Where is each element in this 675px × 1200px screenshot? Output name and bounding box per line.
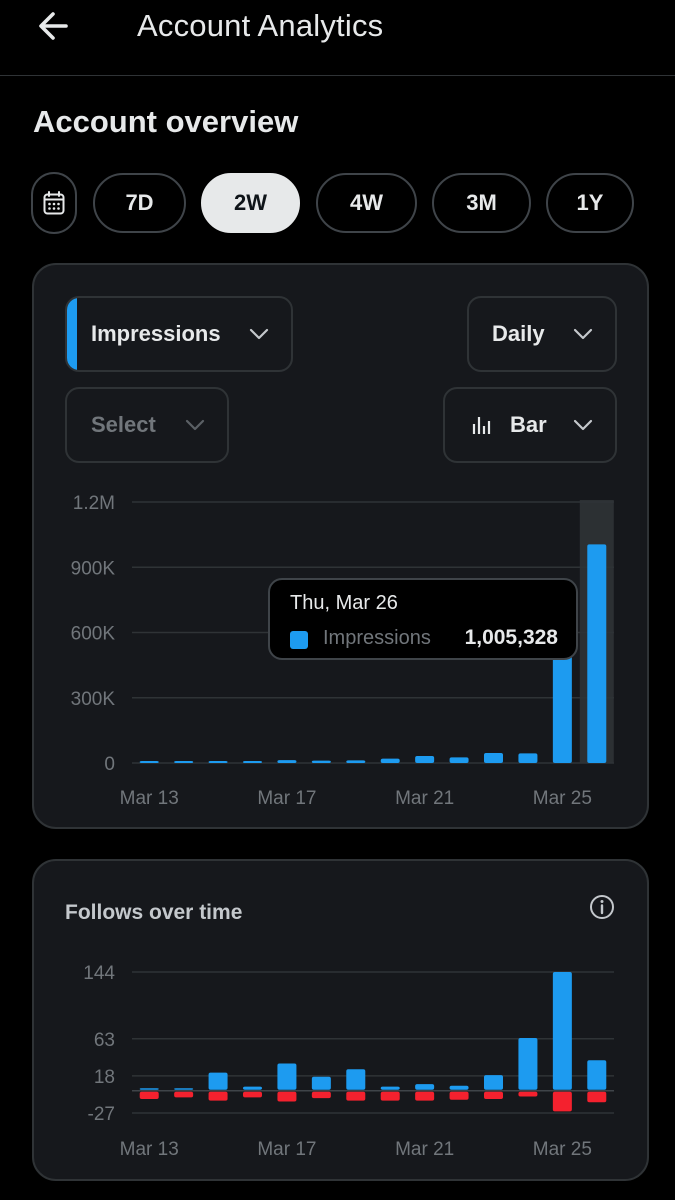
x-tick-label: Mar 21 bbox=[395, 788, 454, 809]
date-range-selector: 7D 2W 4W 3M 1Y bbox=[31, 172, 641, 234]
impressions-bar bbox=[277, 760, 297, 763]
follows-gained-bar bbox=[484, 1075, 503, 1090]
follows-gained-bar bbox=[449, 1085, 469, 1090]
follows-lost-bar bbox=[346, 1091, 366, 1101]
follows-lost-bar bbox=[380, 1091, 400, 1101]
impressions-bar bbox=[415, 756, 435, 763]
follows-gained-bar bbox=[311, 1076, 331, 1090]
impressions-bar bbox=[380, 758, 400, 763]
tooltip-series: Impressions bbox=[323, 627, 431, 649]
calendar-icon bbox=[43, 191, 65, 215]
tooltip-value: 1,005,328 bbox=[464, 626, 558, 649]
impressions-bar bbox=[587, 544, 607, 763]
follows-lost-bar bbox=[484, 1091, 503, 1099]
range-4w-button[interactable]: 4W bbox=[316, 173, 417, 233]
follows-lost-bar bbox=[552, 1091, 572, 1112]
range-1y-button[interactable]: 1Y bbox=[546, 173, 634, 233]
follows-lost-bar bbox=[415, 1091, 435, 1101]
y-tick-label: -27 bbox=[88, 1104, 115, 1125]
follows-lost-bar bbox=[518, 1091, 538, 1097]
follows-gained-bar bbox=[174, 1088, 194, 1090]
y-tick-label: 1.2M bbox=[73, 493, 115, 514]
follows-lost-bar bbox=[243, 1091, 262, 1098]
x-tick-label: Mar 25 bbox=[533, 788, 592, 809]
y-tick-label: 18 bbox=[94, 1067, 115, 1088]
follows-bar-chart[interactable]: -27 18 63 144 Mar 13 Mar 17 Mar 21 Mar 25 bbox=[34, 861, 647, 1179]
follows-gained-bar bbox=[380, 1086, 400, 1090]
follows-gained-bar bbox=[415, 1084, 435, 1090]
impressions-bar bbox=[174, 761, 194, 763]
follows-gained-bar bbox=[277, 1063, 297, 1090]
impressions-card: Impressions Daily Select Bar 0 300K 600K 90… bbox=[32, 263, 649, 829]
chart-tooltip: Thu, Mar 26 Impressions 1,005,328 bbox=[268, 578, 578, 660]
follows-card: Follows over time -27 18 63 144 Mar 13 Mar 17… bbox=[32, 859, 649, 1181]
impressions-bar bbox=[208, 761, 228, 763]
impressions-bar bbox=[311, 760, 331, 763]
impressions-bar-chart[interactable]: 0 300K 600K 900K 1.2M Mar 13 Mar 17 Mar 21 Mar 2… bbox=[34, 265, 647, 827]
follows-gained-bar bbox=[139, 1088, 159, 1090]
impressions-bar bbox=[552, 652, 572, 763]
arrow-left-icon[interactable] bbox=[34, 6, 74, 46]
calendar-button[interactable] bbox=[31, 172, 77, 234]
y-tick-label: 63 bbox=[94, 1030, 115, 1051]
follows-lost-bar bbox=[587, 1091, 607, 1103]
follows-lost-bar bbox=[277, 1091, 297, 1102]
tooltip-swatch bbox=[290, 631, 308, 649]
x-tick-label: Mar 25 bbox=[533, 1139, 592, 1160]
follows-gained-bar bbox=[587, 1060, 607, 1090]
follows-gained-bar bbox=[208, 1072, 228, 1090]
y-tick-label: 300K bbox=[71, 689, 116, 710]
y-tick-label: 600K bbox=[71, 624, 116, 645]
impressions-bar bbox=[346, 760, 366, 763]
tooltip-date: Thu, Mar 26 bbox=[290, 592, 398, 614]
follows-gained-bar bbox=[552, 972, 572, 1090]
impressions-bar bbox=[139, 761, 159, 763]
range-7d-button[interactable]: 7D bbox=[93, 173, 186, 233]
impressions-bar bbox=[449, 757, 469, 763]
page-title: Account Analytics bbox=[137, 8, 384, 43]
follows-lost-bar bbox=[174, 1091, 194, 1098]
x-tick-label: Mar 13 bbox=[120, 788, 179, 809]
range-3m-button[interactable]: 3M bbox=[432, 173, 531, 233]
x-tick-label: Mar 21 bbox=[395, 1139, 454, 1160]
x-tick-label: Mar 17 bbox=[257, 788, 316, 809]
y-tick-label: 0 bbox=[104, 754, 115, 775]
x-tick-label: Mar 13 bbox=[120, 1139, 179, 1160]
follows-lost-bar bbox=[139, 1091, 159, 1099]
y-tick-label: 900K bbox=[71, 558, 116, 579]
follows-gained-bar bbox=[243, 1086, 262, 1090]
follows-lost-bar bbox=[449, 1091, 469, 1100]
y-tick-label: 144 bbox=[83, 963, 115, 984]
range-2w-button[interactable]: 2W bbox=[201, 173, 300, 233]
follows-lost-bar bbox=[311, 1091, 331, 1099]
x-tick-label: Mar 17 bbox=[257, 1139, 316, 1160]
follows-gained-bar bbox=[346, 1069, 366, 1090]
impressions-bar bbox=[518, 753, 538, 763]
follows-gained-bar bbox=[518, 1037, 538, 1090]
follows-lost-bar bbox=[208, 1091, 228, 1101]
impressions-bar bbox=[243, 761, 262, 763]
section-title: Account overview bbox=[33, 104, 299, 139]
impressions-bar bbox=[484, 752, 503, 763]
top-bar: Account Analytics bbox=[0, 0, 675, 76]
